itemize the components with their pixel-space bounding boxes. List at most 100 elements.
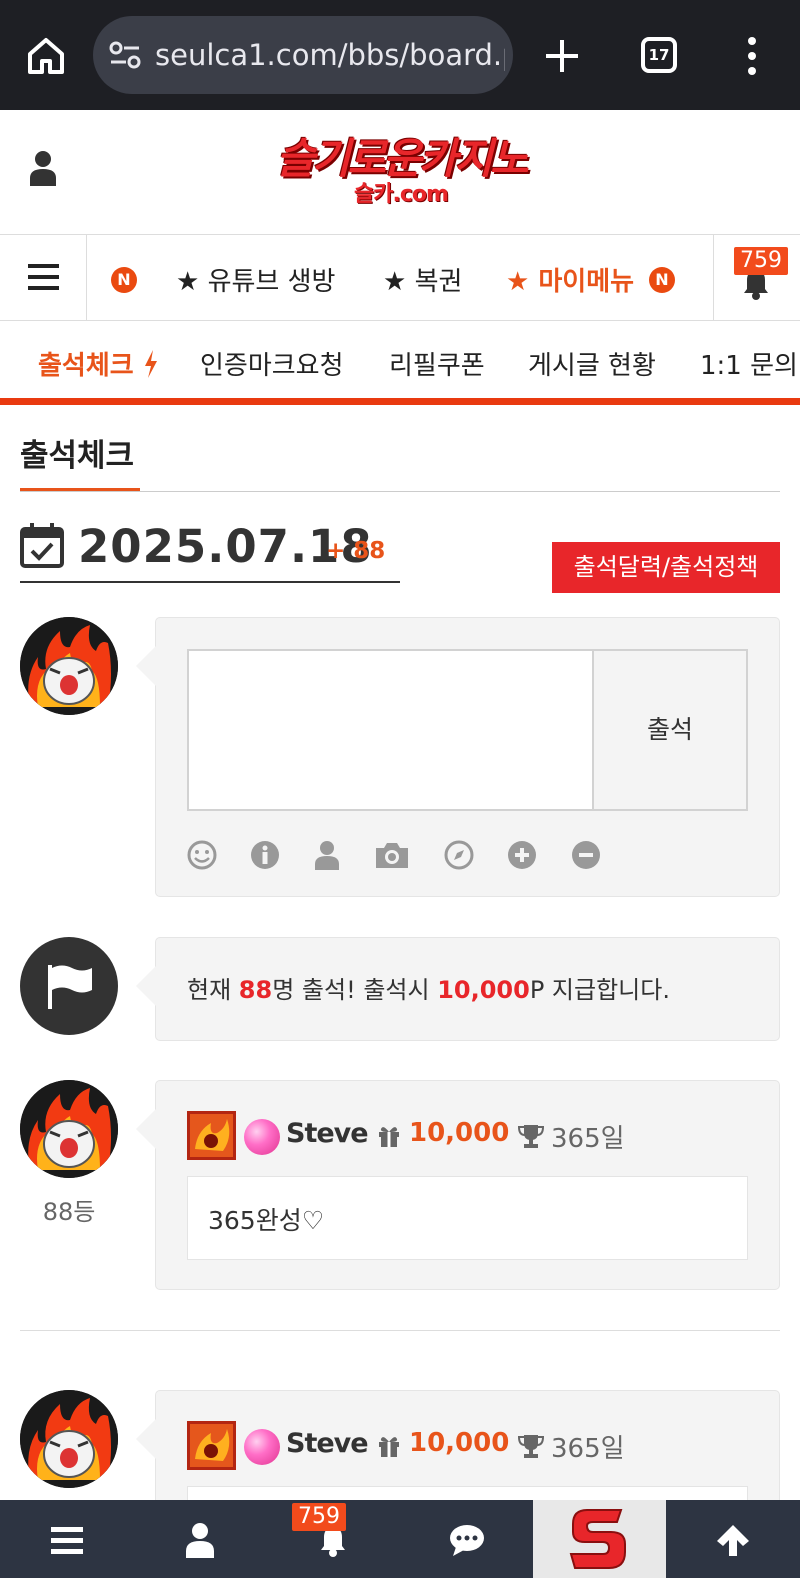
address-bar[interactable]: seulca1.com/bbs/board.p [93,16,513,94]
logo-sub-text: 슬카.com [354,182,449,207]
subnav-item-refill-coupon[interactable]: 리필쿠폰 [389,345,485,382]
bottom-nav-bar: 759 [0,1500,800,1578]
subnav-item-cert-mark[interactable]: 인증마크요청 [200,345,344,382]
avatar [20,617,118,715]
user-icon[interactable] [28,150,58,186]
entry-points: 10,000 [409,1428,510,1458]
entry-days: 365일 [551,1124,625,1154]
candy-icon [244,1429,280,1465]
browser-toolbar: seulca1.com/bbs/board.p 17 [0,0,800,110]
attendance-notice: 현재 88명 출석! 출석시 10,000P 지급합니다. [187,970,670,1005]
bottom-chat-button[interactable] [400,1500,533,1578]
chat-bubble-icon [450,1525,484,1556]
trophy-icon [518,1435,544,1458]
avatar [20,1080,118,1178]
speech-arrow [136,646,156,686]
bottom-logo-button[interactable] [533,1500,666,1578]
notification-count-badge: 759 [292,1503,346,1531]
gift-icon [379,1437,399,1457]
user-icon[interactable] [312,840,342,870]
attendance-entry: Steve 10,000 365일 365완성♡ [136,1080,780,1290]
tab-switcher-button[interactable]: 17 [641,37,677,73]
minus-circle-icon[interactable] [571,840,601,870]
flag-icon [48,965,92,1009]
notice-count: 88 [238,976,273,1004]
notice-points: 10,000 [437,976,530,1004]
attendance-policy-button[interactable]: 출석달력/출석정책 [552,542,780,593]
bottom-profile-button[interactable] [133,1500,266,1578]
notice-suffix: P 지급합니다. [529,976,670,1004]
notice-prefix: 현재 [187,976,239,1004]
plus-circle-icon[interactable] [507,840,537,870]
entry-message-box: 365완성♡ [187,1176,748,1260]
avatar [20,1390,118,1488]
site-logo[interactable]: 슬기로운카지노 슬카.com [256,134,546,214]
flag-avatar [20,937,118,1035]
nav-item-my-menu[interactable]: ★ 마이메뉴 [506,261,634,298]
gift-icon [379,1127,399,1147]
candy-icon [244,1119,280,1155]
subnav-item-attendance[interactable]: 출석체크 [38,345,159,382]
level-badge-icon [187,1111,236,1160]
bottom-notification-button[interactable]: 759 [266,1500,399,1578]
site-header: 슬기로운카지노 슬카.com [0,110,800,235]
page-title: 출석체크 [20,438,135,474]
attendance-rank: 88등 [42,1198,96,1226]
menu-button[interactable] [0,235,87,321]
entry-meta: Steve 10,000 365일 [187,1421,757,1471]
info-icon[interactable] [250,840,280,870]
entry-message: 365완성♡ [208,1206,325,1235]
flame-mascot-icon [20,1390,118,1488]
sub-nav: 출석체크 인증마크요청 리필쿠폰 게시글 현황 1:1 문의 [0,321,800,405]
speech-arrow [136,1419,156,1459]
entry-divider [20,1330,780,1331]
trophy-icon [518,1125,544,1148]
flame-mascot-icon [20,617,118,715]
entry-days: 365일 [551,1434,625,1464]
more-menu-icon[interactable] [740,36,764,76]
nav-item-youtube-live[interactable]: ★ 유튜브 생방 [176,261,335,298]
bottom-menu-button[interactable] [0,1500,133,1578]
arrow-up-icon [717,1525,749,1556]
nav-item-lottery[interactable]: ★ 복권 [383,261,462,298]
comment-textarea[interactable] [187,649,594,811]
date-row: 2025.07.18 + 88 [20,520,400,583]
url-text: seulca1.com/bbs/board.p [155,38,505,72]
attend-submit-button[interactable]: 출석 [592,649,748,811]
home-icon[interactable] [24,34,68,78]
username[interactable]: Steve [286,1428,369,1459]
entry-meta: Steve 10,000 365일 [187,1111,757,1161]
comment-form-box: 출석 [136,617,780,897]
speech-arrow [136,966,156,1006]
notice-middle: 명 출석! 출석시 [272,976,438,1004]
scroll-top-button[interactable] [666,1500,799,1578]
speech-arrow [136,1109,156,1149]
level-badge-icon [187,1421,236,1470]
new-tab-icon[interactable] [540,34,584,78]
subnav-item-inquiry[interactable]: 1:1 문의 [700,345,798,382]
new-badge: N [649,267,675,293]
main-nav: N ★ 유튜브 생방 ★ 복권 ★ 마이메뉴 N 759 [0,235,800,321]
site-settings-icon[interactable] [109,40,141,70]
lightning-icon [144,350,157,378]
calendar-check-icon [20,523,64,568]
brand-s-logo-icon [569,1509,626,1569]
user-icon [186,1523,214,1558]
entry-points: 10,000 [409,1118,510,1148]
notification-button[interactable]: 759 [713,235,800,321]
notice-box: 현재 88명 출석! 출석시 10,000P 지급합니다. [136,937,780,1041]
subnav-item-post-status[interactable]: 게시글 현황 [528,345,656,382]
subnav-item-label: 출석체크 [38,351,134,381]
title-divider [20,491,780,492]
username[interactable]: Steve [286,1118,369,1149]
hamburger-icon [28,264,59,290]
flame-mascot-icon [20,1080,118,1178]
camera-icon[interactable] [374,840,410,870]
compass-icon[interactable] [444,840,474,870]
notification-count-badge: 759 [734,247,788,275]
new-badge: N [111,267,137,293]
hamburger-icon [51,1527,83,1554]
logo-main-text: 슬기로운카지노 [276,134,528,183]
emoji-icon[interactable] [187,840,217,870]
attendance-increment: + 88 [326,538,386,564]
